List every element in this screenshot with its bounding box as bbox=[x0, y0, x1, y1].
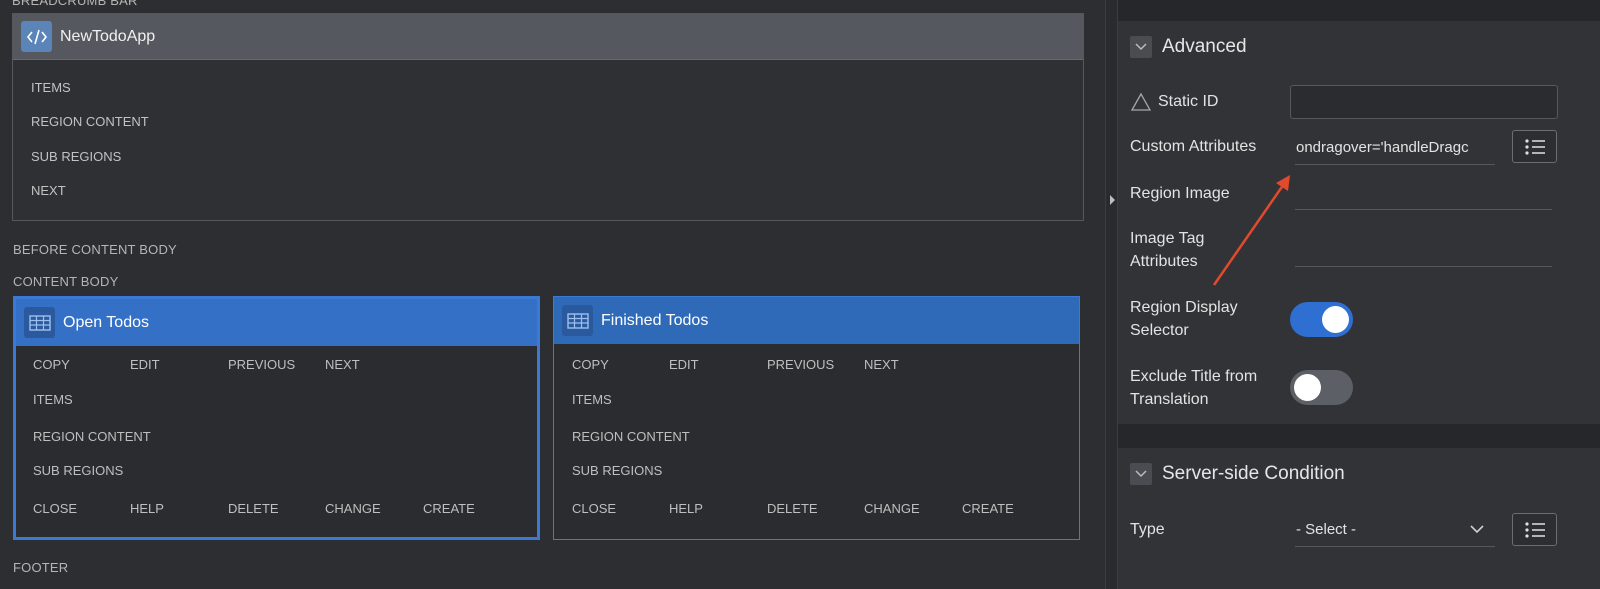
annotation-arrow-icon bbox=[1212, 175, 1290, 286]
slot-sub-regions[interactable]: SUB REGIONS bbox=[31, 149, 121, 164]
region-finished-todos[interactable]: Finished Todos COPY EDIT PREVIOUS NEXT I… bbox=[553, 296, 1080, 540]
breadcrumb-region[interactable]: NewTodoApp ITEMS REGION CONTENT SUB REGI… bbox=[12, 13, 1084, 221]
button-position-next[interactable]: NEXT bbox=[864, 357, 899, 372]
type-select[interactable]: - Select - bbox=[1296, 521, 1466, 538]
custom-attributes-list-button[interactable] bbox=[1512, 130, 1557, 163]
button-position-previous[interactable]: PREVIOUS bbox=[228, 357, 295, 372]
exclude-title-label-line2: Translation bbox=[1130, 391, 1209, 408]
button-position-delete[interactable]: DELETE bbox=[767, 501, 818, 516]
code-icon bbox=[21, 21, 52, 52]
chevron-down-icon[interactable] bbox=[1130, 463, 1152, 485]
region-display-selector-label-line1: Region Display bbox=[1130, 299, 1238, 316]
server-side-condition-header[interactable]: Server-side Condition bbox=[1130, 463, 1345, 485]
breadcrumb-bar-label: BREADCRUMB BAR bbox=[12, 0, 138, 8]
region-display-selector-toggle[interactable] bbox=[1290, 302, 1353, 337]
button-position-edit[interactable]: EDIT bbox=[130, 357, 160, 372]
button-position-close[interactable]: CLOSE bbox=[33, 501, 77, 516]
button-position-help[interactable]: HELP bbox=[669, 501, 703, 516]
layout-canvas: BREADCRUMB BAR NewTodoApp ITEMS REGION C… bbox=[0, 0, 1105, 589]
warning-triangle-icon bbox=[1130, 92, 1152, 111]
before-content-body-label: BEFORE CONTENT BODY bbox=[13, 242, 177, 257]
list-icon bbox=[1524, 521, 1545, 538]
button-position-change[interactable]: CHANGE bbox=[864, 501, 920, 516]
slot-items[interactable]: ITEMS bbox=[31, 80, 71, 95]
custom-attributes-input[interactable]: ondragover='handleDragc bbox=[1296, 139, 1496, 156]
footer-label: FOOTER bbox=[13, 560, 69, 575]
button-position-change[interactable]: CHANGE bbox=[325, 501, 381, 516]
button-position-close[interactable]: CLOSE bbox=[572, 501, 616, 516]
button-position-delete[interactable]: DELETE bbox=[228, 501, 279, 516]
chevron-down-icon[interactable] bbox=[1470, 525, 1484, 534]
static-id-label-row: Static ID bbox=[1130, 90, 1218, 113]
image-tag-attributes-label-line2: Attributes bbox=[1130, 253, 1198, 270]
region-display-selector-label-line2: Selector bbox=[1130, 322, 1189, 339]
server-side-condition-title: Server-side Condition bbox=[1162, 463, 1345, 484]
slot-region-content[interactable]: REGION CONTENT bbox=[572, 429, 690, 444]
region-header[interactable]: Open Todos bbox=[16, 299, 537, 346]
type-list-button[interactable] bbox=[1512, 513, 1557, 546]
slot-region-content[interactable]: REGION CONTENT bbox=[33, 429, 151, 444]
region-title: Open Todos bbox=[63, 313, 149, 331]
button-position-copy[interactable]: COPY bbox=[33, 357, 70, 372]
type-label: Type bbox=[1130, 521, 1165, 538]
button-position-previous[interactable]: PREVIOUS bbox=[767, 357, 834, 372]
collapse-arrow-icon[interactable] bbox=[1110, 195, 1115, 205]
content-body-label: CONTENT BODY bbox=[13, 274, 119, 289]
region-header[interactable]: Finished Todos bbox=[554, 297, 1079, 344]
region-open-todos[interactable]: Open Todos COPY EDIT PREVIOUS NEXT ITEMS… bbox=[13, 296, 540, 540]
advanced-section-header[interactable]: Advanced bbox=[1130, 36, 1247, 58]
button-position-help[interactable]: HELP bbox=[130, 501, 164, 516]
exclude-title-toggle[interactable] bbox=[1290, 370, 1353, 405]
type-select-underline bbox=[1295, 546, 1495, 547]
region-display-selector-label: Region Display Selector bbox=[1130, 296, 1238, 342]
exclude-title-label: Exclude Title from Translation bbox=[1130, 365, 1257, 411]
static-id-input[interactable] bbox=[1290, 85, 1558, 119]
advanced-section: Advanced Static ID Custom Attributes ond… bbox=[1118, 21, 1600, 424]
slot-sub-regions[interactable]: SUB REGIONS bbox=[33, 463, 123, 478]
button-position-edit[interactable]: EDIT bbox=[669, 357, 699, 372]
slot-items[interactable]: ITEMS bbox=[572, 392, 612, 407]
advanced-section-title: Advanced bbox=[1162, 36, 1247, 57]
toggle-knob bbox=[1294, 374, 1321, 401]
custom-attributes-underline bbox=[1295, 164, 1495, 165]
image-tag-attributes-label-line1: Image Tag bbox=[1130, 230, 1205, 247]
static-id-label: Static ID bbox=[1158, 93, 1219, 110]
grid-icon bbox=[24, 307, 55, 338]
region-image-input[interactable] bbox=[1295, 209, 1552, 210]
slot-sub-regions[interactable]: SUB REGIONS bbox=[572, 463, 662, 478]
grid-icon bbox=[562, 305, 593, 336]
button-position-next[interactable]: NEXT bbox=[325, 357, 360, 372]
exclude-title-label-line1: Exclude Title from bbox=[1130, 368, 1258, 385]
region-title: Finished Todos bbox=[601, 311, 709, 329]
property-panel: Advanced Static ID Custom Attributes ond… bbox=[1118, 0, 1600, 589]
button-position-create[interactable]: CREATE bbox=[423, 501, 475, 516]
image-tag-attributes-input[interactable] bbox=[1295, 266, 1552, 267]
slot-region-content[interactable]: REGION CONTENT bbox=[31, 114, 149, 129]
slot-items[interactable]: ITEMS bbox=[33, 392, 73, 407]
list-icon bbox=[1524, 138, 1545, 155]
panel-splitter[interactable] bbox=[1105, 0, 1118, 589]
chevron-down-icon[interactable] bbox=[1130, 36, 1152, 58]
server-side-condition-section: Server-side Condition Type - Select - bbox=[1118, 448, 1600, 589]
slot-next[interactable]: NEXT bbox=[31, 183, 66, 198]
custom-attributes-label: Custom Attributes bbox=[1130, 138, 1257, 155]
button-position-create[interactable]: CREATE bbox=[962, 501, 1014, 516]
image-tag-attributes-label: Image Tag Attributes bbox=[1130, 227, 1204, 273]
toggle-knob bbox=[1322, 306, 1349, 333]
button-position-copy[interactable]: COPY bbox=[572, 357, 609, 372]
breadcrumb-region-header[interactable]: NewTodoApp bbox=[13, 14, 1083, 60]
breadcrumb-region-title: NewTodoApp bbox=[60, 27, 156, 45]
